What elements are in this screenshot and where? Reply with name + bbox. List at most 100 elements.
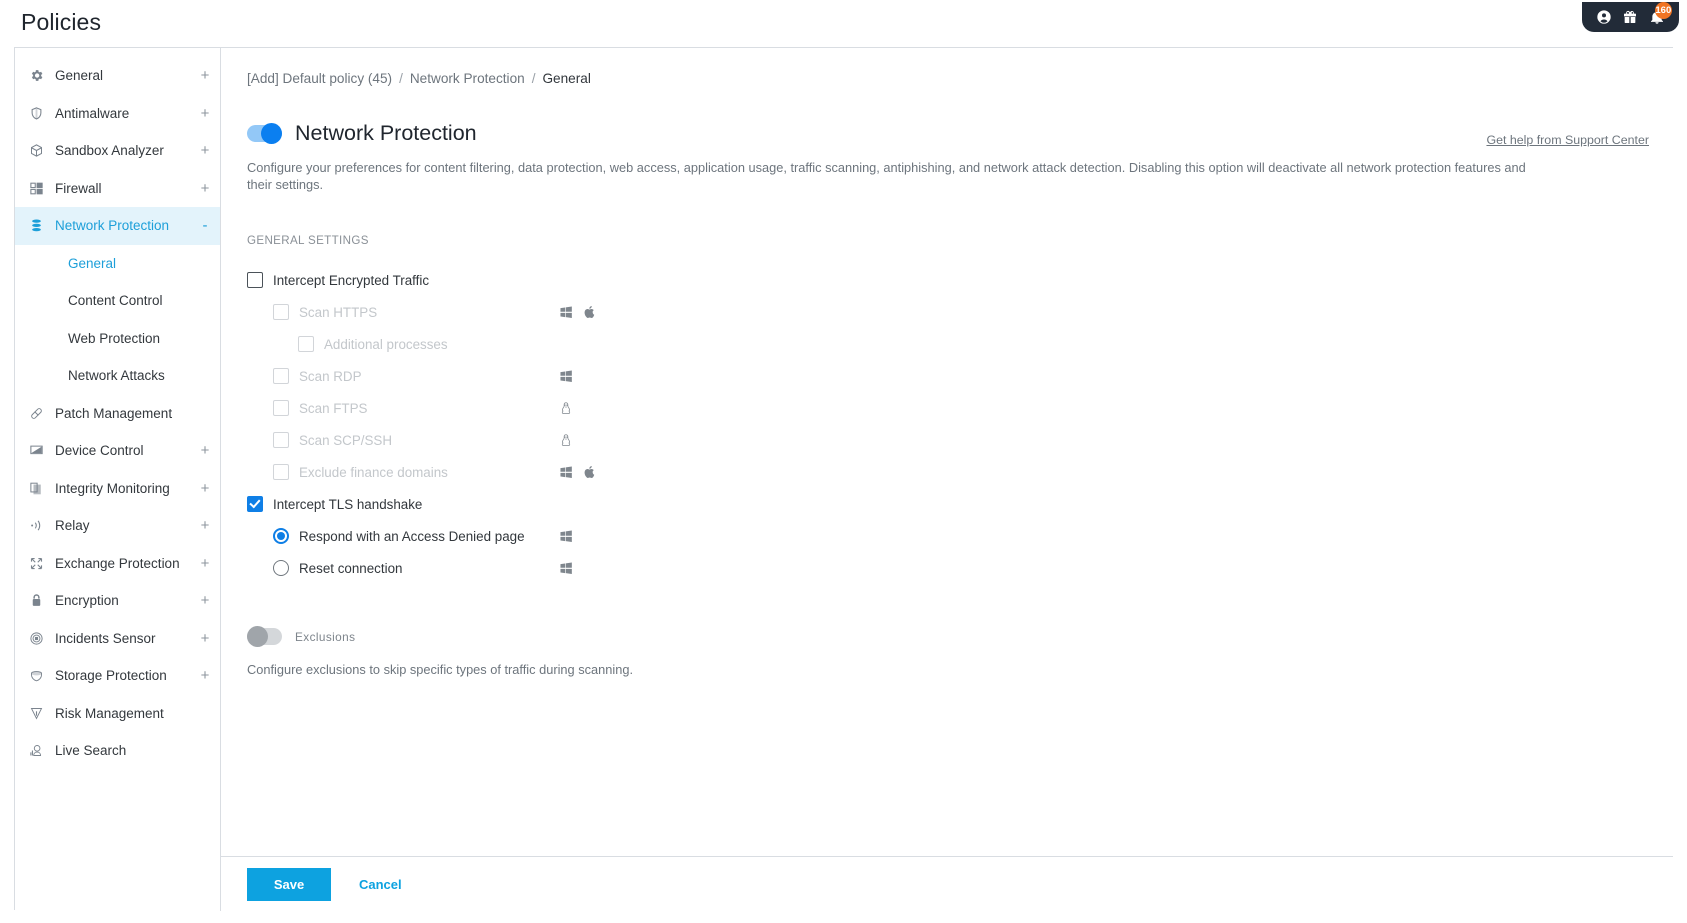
option-row-scan-rdp[interactable]: Scan RDP <box>247 360 1649 392</box>
shield-icon <box>25 106 47 121</box>
sidebar-item-label: Device Control <box>55 443 144 459</box>
option-row-additional-processes[interactable]: Additional processes <box>247 328 1649 360</box>
section-header: Network Protection Get help from Support… <box>247 121 1649 147</box>
expander-icon[interactable]: + <box>200 181 210 196</box>
expander-icon[interactable]: + <box>200 481 210 496</box>
exclusions-header: Exclusions <box>247 626 1649 647</box>
general-settings-heading: General settings <box>247 234 369 247</box>
topbar-actions: 160 <box>1582 2 1679 32</box>
sidebar-item-network-protection[interactable]: Network Protection - <box>15 207 220 245</box>
sidebar-item-live-search[interactable]: Live Search <box>15 732 220 770</box>
checkbox-scan-rdp[interactable] <box>273 368 289 384</box>
sidebar: General + Antimalware + Sandbox Analyzer… <box>15 48 221 911</box>
checkbox-scan-https[interactable] <box>273 304 289 320</box>
expander-icon[interactable]: + <box>200 556 210 571</box>
sidebar-item-encryption[interactable]: Encryption + <box>15 582 220 620</box>
exclusions-toggle[interactable] <box>247 626 282 647</box>
option-row-intercept-tls-handshake[interactable]: Intercept TLS handshake <box>247 488 1649 520</box>
expander-icon[interactable]: + <box>200 68 210 83</box>
option-label: Reset connection <box>299 560 403 576</box>
radio-reset-connection[interactable] <box>273 560 289 576</box>
option-label: Respond with an Access Denied page <box>299 528 525 544</box>
cancel-button[interactable]: Cancel <box>343 868 418 901</box>
option-row-scan-https[interactable]: Scan HTTPS <box>247 296 1649 328</box>
support-center-link[interactable]: Get help from Support Center <box>1486 133 1649 147</box>
options-list: Intercept Encrypted Traffic Scan HTTPS A… <box>247 264 1649 584</box>
sidebar-item-risk-management[interactable]: Risk Management <box>15 695 220 733</box>
sidebar-item-integrity-monitoring[interactable]: Integrity Monitoring + <box>15 470 220 508</box>
sidebar-item-label: Sandbox Analyzer <box>55 143 164 159</box>
checkbox-intercept-tls-handshake[interactable] <box>247 496 263 512</box>
sidebar-item-storage-protection[interactable]: Storage Protection + <box>15 657 220 695</box>
save-button[interactable]: Save <box>247 867 331 901</box>
option-row-respond-access-denied[interactable]: Respond with an Access Denied page <box>247 520 1649 552</box>
breadcrumb-policy[interactable]: [Add] Default policy (45) <box>247 71 392 86</box>
checkbox-intercept-encrypted-traffic[interactable] <box>247 272 263 288</box>
platform-icons <box>559 305 597 319</box>
option-label: Scan RDP <box>299 368 362 384</box>
sidebar-item-sandbox-analyzer[interactable]: Sandbox Analyzer + <box>15 132 220 170</box>
breadcrumb-section[interactable]: Network Protection <box>410 71 525 86</box>
checkbox-exclude-finance-domains[interactable] <box>273 464 289 480</box>
collapse-icon[interactable]: - <box>200 218 210 233</box>
option-row-reset-connection[interactable]: Reset connection <box>247 552 1649 584</box>
sidebar-item-label: Network Protection <box>55 218 170 234</box>
expander-icon[interactable]: + <box>200 143 210 158</box>
option-label: Scan SCP/SSH <box>299 432 393 448</box>
app-frame: General + Antimalware + Sandbox Analyzer… <box>14 47 1673 911</box>
apple-icon <box>583 465 597 479</box>
sidebar-item-firewall[interactable]: Firewall + <box>15 170 220 208</box>
option-label: Additional processes <box>324 336 448 352</box>
monitor-icon <box>25 443 47 458</box>
breadcrumb-separator: / <box>399 71 403 86</box>
content-scroll: [Add] Default policy (45) / Network Prot… <box>221 48 1673 856</box>
sidebar-item-label: Live Search <box>55 743 127 759</box>
platform-icons <box>559 465 597 479</box>
windows-icon <box>559 465 573 479</box>
sidebar-subitem-web-protection[interactable]: Web Protection <box>15 320 220 358</box>
expander-icon[interactable]: + <box>200 593 210 608</box>
windows-icon <box>559 529 573 543</box>
risk-icon <box>25 706 47 721</box>
network-protection-toggle[interactable] <box>247 123 282 144</box>
sidebar-item-label: General <box>55 68 104 84</box>
sidebar-item-patch-management[interactable]: Patch Management <box>15 395 220 433</box>
sidebar-item-label: Storage Protection <box>55 668 167 684</box>
gift-icon[interactable] <box>1622 9 1638 25</box>
cube-icon <box>25 143 47 158</box>
checkbox-scan-ftps[interactable] <box>273 400 289 416</box>
broadcast-icon <box>25 518 47 533</box>
sidebar-item-label: Antimalware <box>55 105 130 121</box>
expander-icon[interactable]: + <box>200 106 210 121</box>
expander-icon[interactable]: + <box>200 518 210 533</box>
breadcrumb: [Add] Default policy (45) / Network Prot… <box>247 71 1649 86</box>
expander-icon[interactable]: + <box>200 443 210 458</box>
sidebar-item-exchange-protection[interactable]: Exchange Protection + <box>15 545 220 583</box>
sidebar-item-antimalware[interactable]: Antimalware + <box>15 95 220 133</box>
checkbox-additional-processes[interactable] <box>298 336 314 352</box>
sidebar-subitem-general[interactable]: General <box>15 245 220 283</box>
option-row-intercept-encrypted-traffic[interactable]: Intercept Encrypted Traffic <box>247 264 1649 296</box>
sidebar-item-relay[interactable]: Relay + <box>15 507 220 545</box>
gear-icon <box>25 68 47 83</box>
sidebar-subitem-content-control[interactable]: Content Control <box>15 282 220 320</box>
expander-icon[interactable]: + <box>200 631 210 646</box>
option-row-scan-scp-ssh[interactable]: Scan SCP/SSH <box>247 424 1649 456</box>
radio-respond-access-denied[interactable] <box>273 528 289 544</box>
layers-icon <box>25 218 47 233</box>
platform-icons <box>559 401 573 416</box>
checkbox-scan-scp-ssh[interactable] <box>273 432 289 448</box>
sidebar-item-device-control[interactable]: Device Control + <box>15 432 220 470</box>
platform-icons <box>559 369 573 383</box>
sidebar-item-general[interactable]: General + <box>15 57 220 95</box>
sidebar-subitem-network-attacks[interactable]: Network Attacks <box>15 357 220 395</box>
option-row-scan-ftps[interactable]: Scan FTPS <box>247 392 1649 424</box>
option-row-exclude-finance-domains[interactable]: Exclude finance domains <box>247 456 1649 488</box>
sidebar-item-incidents-sensor[interactable]: Incidents Sensor + <box>15 620 220 658</box>
breadcrumb-separator: / <box>531 71 536 86</box>
expander-icon[interactable]: + <box>200 668 210 683</box>
windows-icon <box>559 561 573 575</box>
bell-icon[interactable]: 160 <box>1649 2 1672 25</box>
option-label: Scan FTPS <box>299 400 368 416</box>
account-circle-icon[interactable] <box>1596 9 1612 25</box>
